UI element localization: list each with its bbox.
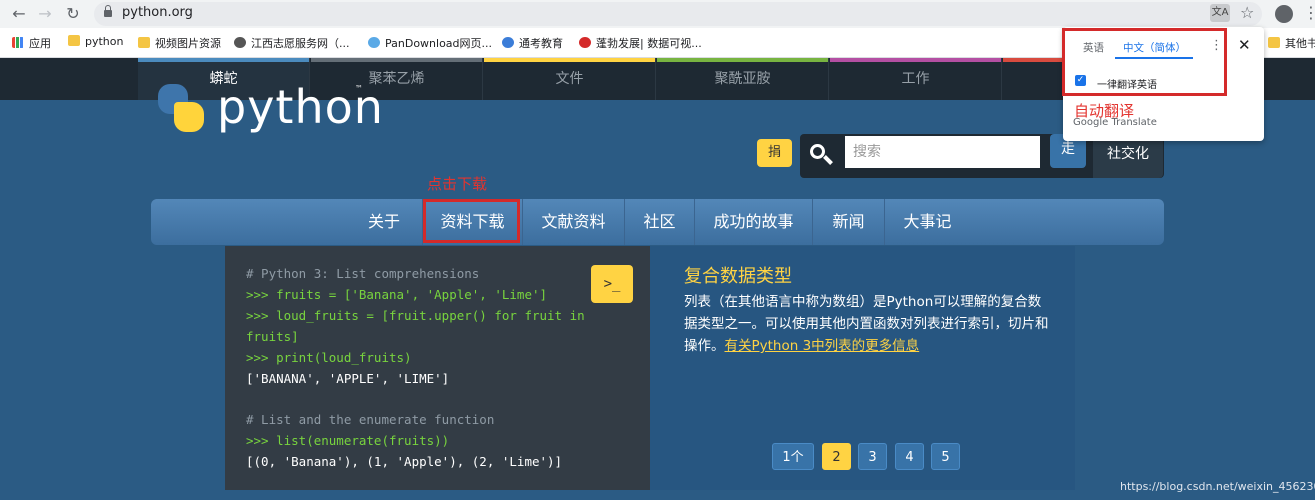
tab-color-bar bbox=[830, 58, 1001, 62]
code-line: fruits] bbox=[246, 329, 299, 344]
tab-color-bar bbox=[484, 58, 655, 62]
bookmark-jiangxi-volunteer[interactable]: 江西志愿服务网（... bbox=[234, 35, 350, 51]
nav-item-about[interactable]: 关于 bbox=[346, 199, 422, 245]
forward-arrow-icon[interactable]: → bbox=[34, 3, 56, 25]
python-snake-yellow-icon bbox=[174, 102, 204, 132]
info-more-link[interactable]: 有关Python 3中列表的更多信息 bbox=[725, 338, 920, 354]
pager-button-2[interactable]: 2 bbox=[822, 443, 851, 470]
apps-grid-icon bbox=[12, 37, 24, 48]
site-icon bbox=[579, 37, 591, 48]
info-body: 列表（在其他语言中称为数组）是Python可以理解的复合数据类型之一。可以使用其… bbox=[684, 294, 1049, 354]
nav-item-events[interactable]: 大事记 bbox=[884, 199, 970, 245]
bookmark-apps[interactable]: 应用 bbox=[12, 35, 51, 51]
code-line: >>> print(loud_fruits) bbox=[246, 350, 412, 365]
google-translate-brand: Google Translate bbox=[1073, 117, 1157, 128]
url-text: python.org bbox=[122, 5, 193, 20]
lock-icon bbox=[104, 5, 112, 17]
pager-button-5[interactable]: 5 bbox=[931, 443, 960, 470]
browser-toolbar: ← → ↻ python.org 文A ☆ ⋮ bbox=[0, 0, 1315, 28]
code-line: ['BANANA', 'APPLE', 'LIME'] bbox=[246, 371, 450, 386]
search-icon bbox=[808, 142, 834, 168]
tab-color-bar bbox=[311, 58, 482, 62]
pager-button-4[interactable]: 4 bbox=[895, 443, 924, 470]
close-icon[interactable]: ✕ bbox=[1238, 36, 1251, 54]
tab-color-bar bbox=[657, 58, 828, 62]
search-input[interactable] bbox=[845, 136, 1040, 168]
topnav-tab-jobs[interactable]: 工作 bbox=[830, 58, 1002, 100]
download-highlight-box bbox=[423, 199, 520, 243]
code-line: >>> loud_fruits = [fruit.upper() for fru… bbox=[246, 308, 585, 323]
csdn-watermark: https://blog.csdn.net/weixin_45623093 bbox=[1120, 480, 1315, 493]
code-line: # List and the enumerate function bbox=[246, 412, 495, 427]
logo-trademark: ™ bbox=[355, 84, 363, 93]
site-icon bbox=[502, 37, 514, 48]
nav-item-documentation[interactable]: 文献资料 bbox=[522, 199, 624, 245]
launch-shell-button[interactable]: >_ bbox=[591, 265, 633, 303]
bookmark-other[interactable]: 其他书签 bbox=[1268, 35, 1315, 51]
folder-icon bbox=[68, 35, 80, 46]
browser-menu-icon[interactable]: ⋮ bbox=[1303, 3, 1315, 22]
bookmark-data-viz[interactable]: 蓬勃发展| 数据可视... bbox=[579, 35, 702, 51]
tab-color-bar bbox=[138, 58, 309, 62]
folder-icon bbox=[1268, 37, 1280, 48]
topnav-tab-docs[interactable]: 文件 bbox=[484, 58, 656, 100]
nav-item-success-stories[interactable]: 成功的故事 bbox=[694, 199, 812, 245]
bookmark-pandownload[interactable]: PanDownload网页... bbox=[368, 35, 492, 51]
code-line: [(0, 'Banana'), (1, 'Apple'), (2, 'Lime'… bbox=[246, 454, 563, 469]
code-line: # Python 3: List comprehensions bbox=[246, 266, 480, 281]
nav-item-news[interactable]: 新闻 bbox=[812, 199, 884, 245]
download-callout-label: 点击下载 bbox=[427, 175, 488, 193]
translate-icon[interactable]: 文A bbox=[1210, 4, 1230, 22]
pager-button-3[interactable]: 3 bbox=[858, 443, 887, 470]
translate-highlight-box bbox=[1062, 28, 1227, 96]
topnav-tab-pypi[interactable]: 聚酰亚胺 bbox=[657, 58, 829, 100]
bookmark-star-icon[interactable]: ☆ bbox=[1240, 3, 1254, 22]
python-logo[interactable]: python ™ bbox=[155, 80, 383, 146]
donate-button[interactable]: 捐 bbox=[757, 139, 792, 167]
pager-button-1[interactable]: 1个 bbox=[772, 443, 814, 470]
globe-icon bbox=[234, 37, 246, 48]
code-line: >>> fruits = ['Banana', 'Apple', 'Lime'] bbox=[246, 287, 548, 302]
main-navigation: 关于 资料下载 文献资料 社区 成功的故事 新闻 大事记 bbox=[151, 199, 1164, 245]
reload-icon[interactable]: ↻ bbox=[62, 3, 84, 25]
address-bar[interactable]: python.org bbox=[94, 2, 1262, 26]
cloud-icon bbox=[368, 37, 380, 48]
nav-item-community[interactable]: 社区 bbox=[624, 199, 694, 245]
info-title: 复合数据类型 bbox=[684, 266, 792, 287]
back-arrow-icon[interactable]: ← bbox=[8, 3, 30, 25]
bookmark-video-images[interactable]: 视频图片资源 bbox=[138, 35, 221, 51]
bookmark-tongkao[interactable]: 通考教育 bbox=[502, 35, 563, 51]
code-line: >>> list(enumerate(fruits)) bbox=[246, 433, 450, 448]
profile-avatar-icon[interactable] bbox=[1275, 5, 1293, 23]
folder-icon bbox=[138, 37, 150, 48]
bookmark-python[interactable]: python bbox=[68, 35, 123, 48]
